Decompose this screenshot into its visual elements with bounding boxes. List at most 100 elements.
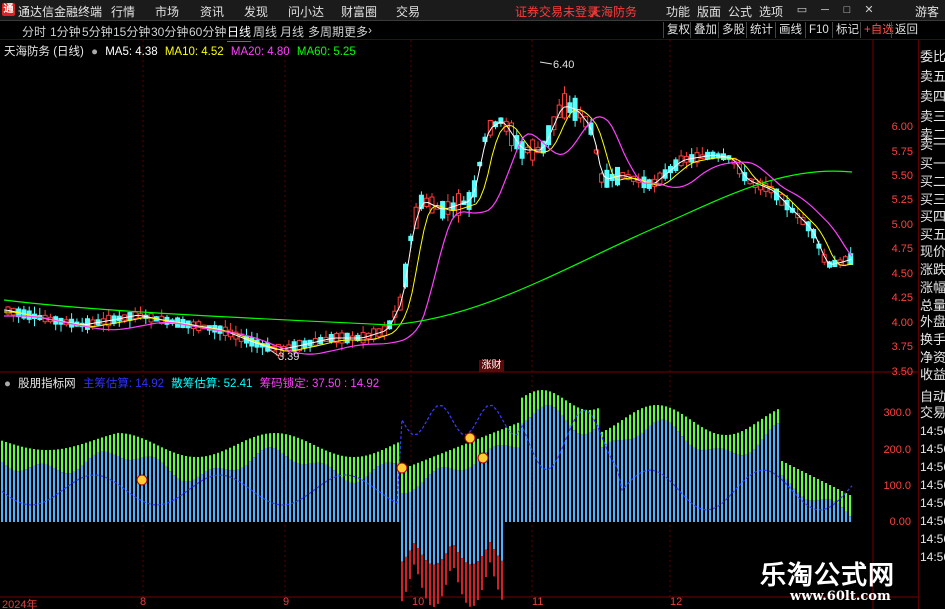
ask4-label: 卖四 — [920, 89, 945, 104]
x-label-month: 8 — [140, 596, 147, 608]
indicator-chart-area — [1, 390, 853, 607]
chevron-right-icon[interactable]: › — [368, 23, 372, 37]
tab-more[interactable]: 更多 — [344, 23, 368, 40]
login-warning[interactable]: 证券交易未登录 — [515, 3, 599, 20]
candle-body — [249, 337, 255, 347]
earnings-label: 收益 — [920, 367, 945, 382]
menu-item-market[interactable]: 市场 — [155, 3, 179, 20]
candle-body — [599, 173, 605, 183]
multi-stock-button[interactable]: 多股 — [718, 22, 748, 38]
tab-15min[interactable]: 15分钟 — [113, 23, 150, 40]
tick-time: 14:56 — [920, 460, 945, 474]
tab-timeshare[interactable]: 分时 — [22, 23, 46, 40]
candle-body — [403, 263, 408, 288]
settings-dot-icon[interactable]: ● — [4, 378, 11, 390]
bid4-label: 买四 — [920, 209, 945, 224]
menu-item-formula[interactable]: 公式 — [728, 3, 752, 20]
candle-body — [228, 329, 234, 338]
close-icon[interactable]: ✕ — [862, 3, 876, 17]
news-badge[interactable]: 涨财 — [479, 360, 504, 372]
tab-1min[interactable]: 1分钟 — [50, 23, 81, 40]
candle-body — [297, 339, 302, 352]
candle-body — [53, 316, 59, 325]
candle-body — [222, 326, 228, 336]
ma20-line — [4, 116, 853, 355]
overlay-button[interactable]: 叠加 — [690, 22, 720, 38]
candle-body — [768, 186, 774, 194]
guest-user[interactable]: 游客 — [915, 3, 939, 20]
candle-body — [646, 179, 652, 189]
candle-body — [16, 308, 22, 318]
tab-monthly[interactable]: 月线 — [280, 23, 304, 40]
window-menu-icon[interactable]: ▭ — [795, 3, 809, 17]
dashed-indicator-line — [1, 404, 853, 511]
candle-body — [206, 325, 212, 331]
tab-60min[interactable]: 60分钟 — [189, 23, 226, 40]
menu-item-quotes[interactable]: 行情 — [111, 3, 135, 20]
candle-body — [191, 321, 196, 330]
tab-multi-period[interactable]: 多周期 — [308, 23, 344, 40]
menu-item-trade[interactable]: 交易 — [396, 3, 420, 20]
tab-daily[interactable]: 日线 — [227, 23, 252, 42]
tab-30min[interactable]: 30分钟 — [151, 23, 188, 40]
candle-body — [546, 125, 552, 146]
candle-body — [593, 149, 599, 154]
auto-trade-label[interactable]: 交易 — [920, 402, 945, 421]
settings-dot-icon[interactable]: ● — [91, 46, 98, 58]
candle-body — [609, 173, 615, 181]
candle-body — [498, 117, 504, 124]
restore-rights-button[interactable]: 复权 — [663, 22, 693, 38]
back-button[interactable]: 返回 — [891, 22, 921, 38]
candle-body — [636, 178, 642, 183]
menu-item-function[interactable]: 功能 — [666, 3, 690, 20]
candle-body — [37, 315, 43, 320]
candle-body — [736, 163, 742, 175]
mark-button[interactable]: 标记 — [832, 22, 862, 38]
indicator-title[interactable]: 股朋指标网 — [18, 378, 76, 390]
menu-item-news[interactable]: 资讯 — [200, 3, 224, 20]
menu-item-ask[interactable]: 问小达 — [288, 3, 324, 20]
chart-canvas[interactable] — [0, 0, 945, 609]
candle-body — [85, 318, 90, 330]
candle-body — [334, 333, 340, 343]
candle-body — [461, 200, 467, 205]
candle-body — [832, 259, 838, 268]
candle-body — [816, 243, 822, 249]
candle-body — [540, 140, 546, 154]
candle-body — [784, 199, 790, 211]
draw-line-button[interactable]: 画线 — [775, 22, 805, 38]
candle-body — [392, 310, 398, 318]
menu-item-layout[interactable]: 版面 — [697, 3, 721, 20]
x-label-month: 12 — [670, 596, 683, 608]
tick-time: 14:56 — [920, 424, 945, 438]
candle-body — [562, 93, 567, 119]
candle-body — [254, 339, 260, 348]
candle-body — [175, 317, 181, 328]
menu-item-discover[interactable]: 发现 — [244, 3, 268, 20]
candle-body — [487, 119, 493, 136]
candle-body — [74, 321, 80, 327]
maximize-icon[interactable]: □ — [840, 3, 854, 17]
candle-body — [747, 178, 753, 185]
minimize-icon[interactable]: ─ — [818, 3, 832, 17]
f10-button[interactable]: F10 — [805, 22, 832, 38]
candle-body — [312, 338, 318, 346]
menu-item-wealth[interactable]: 财富圈 — [341, 3, 377, 20]
price-panel-title[interactable]: 天海防务 (日线) — [4, 46, 84, 58]
indicator-y-tick: 0.00 — [889, 516, 911, 528]
indicator-y-tick: 200.0 — [883, 444, 911, 456]
candle-body — [164, 316, 170, 325]
candle-body — [58, 317, 64, 325]
menu-item-options[interactable]: 选项 — [759, 3, 783, 20]
candle-body — [323, 336, 329, 342]
candle-body — [350, 335, 355, 341]
candle-body — [471, 180, 477, 198]
tab-5min[interactable]: 5分钟 — [82, 23, 113, 40]
candle-body — [259, 343, 265, 348]
ma5-line — [3, 106, 853, 350]
statistics-button[interactable]: 统计 — [746, 22, 776, 38]
candle-body — [132, 311, 138, 320]
candle-body — [615, 166, 620, 186]
tab-weekly[interactable]: 周线 — [253, 23, 277, 40]
x-label-year: 2024年 — [2, 599, 38, 609]
